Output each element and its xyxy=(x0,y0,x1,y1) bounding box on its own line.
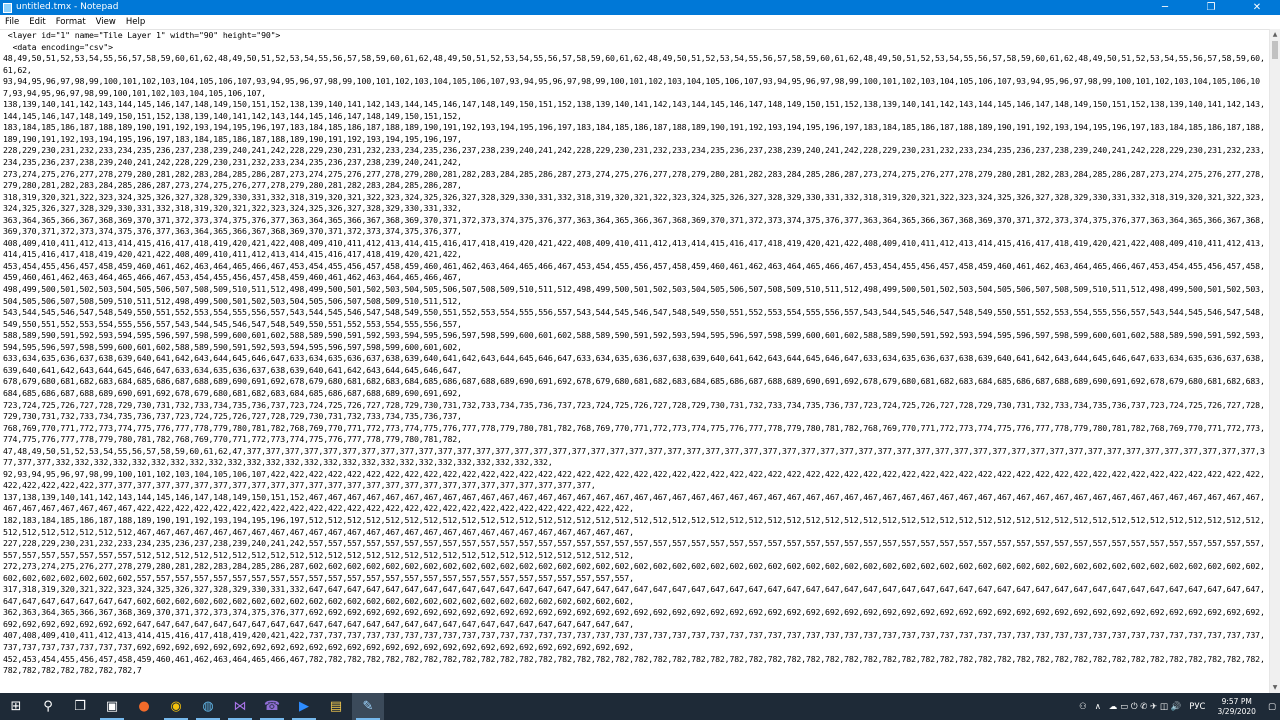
people-icon[interactable]: ⚇ xyxy=(1075,702,1091,712)
scrollbar-thumb[interactable] xyxy=(1272,41,1278,59)
chrome-icon[interactable]: ◉ xyxy=(160,693,192,720)
taskbar: ⊞ ⚲ ❐ ▣ ● ◉ ◍ ⋈ ☎ ▶ ▤ ✎ ⚇ ∧ ☁ ▭ ⏻ ✆ ✈ ◫ … xyxy=(0,693,1280,720)
chevron-up-icon[interactable]: ∧ xyxy=(1091,702,1105,712)
notepad-taskbar-icon[interactable]: ✎ xyxy=(352,693,384,720)
menu-view[interactable]: View xyxy=(91,15,121,29)
zoom-icon[interactable]: ▶ xyxy=(288,693,320,720)
menu-file[interactable]: File xyxy=(0,15,24,29)
title-bar[interactable]: untitled.tmx - Notepad ─ ❐ ✕ xyxy=(0,0,1280,15)
close-button[interactable]: ✕ xyxy=(1234,0,1280,15)
taskbar-app-3-icon[interactable]: ◍ xyxy=(192,693,224,720)
system-tray: ⚇ ∧ ☁ ▭ ⏻ ✆ ✈ ◫ 🔊 РУС 9:57 PM 3/29/2020 … xyxy=(1075,693,1280,720)
notepad-icon xyxy=(3,2,12,13)
clock-date: 3/29/2020 xyxy=(1217,706,1256,716)
notifications-icon[interactable]: ▢ xyxy=(1264,702,1280,712)
tray-icons[interactable]: ☁ ▭ ⏻ ✆ ✈ ◫ 🔊 xyxy=(1105,702,1185,712)
language-indicator[interactable]: РУС xyxy=(1185,702,1209,712)
window-title: untitled.tmx - Notepad xyxy=(16,2,119,12)
task-view-icon[interactable]: ❐ xyxy=(64,693,96,720)
search-icon[interactable]: ⚲ xyxy=(32,693,64,720)
vertical-scrollbar[interactable]: ▲ ▼ xyxy=(1269,29,1280,693)
minimize-button[interactable]: ─ xyxy=(1142,0,1188,15)
taskbar-app-2-icon[interactable]: ● xyxy=(128,693,160,720)
menu-edit[interactable]: Edit xyxy=(24,15,50,29)
text-editor[interactable]: <layer id="1" name="Tile Layer 1" width=… xyxy=(0,29,1269,694)
clock[interactable]: 9:57 PM 3/29/2020 xyxy=(1210,697,1264,717)
taskbar-app-1-icon[interactable]: ▣ xyxy=(96,693,128,720)
menu-bar: File Edit Format View Help xyxy=(0,15,1280,29)
start-button[interactable]: ⊞ xyxy=(0,693,32,720)
file-explorer-icon[interactable]: ▤ xyxy=(320,693,352,720)
clock-time: 9:57 PM xyxy=(1221,696,1252,706)
editor-content[interactable]: <layer id="1" name="Tile Layer 1" width=… xyxy=(0,30,1269,677)
visual-studio-icon[interactable]: ⋈ xyxy=(224,693,256,720)
window-controls: ─ ❐ ✕ xyxy=(1142,0,1280,15)
maximize-button[interactable]: ❐ xyxy=(1188,0,1234,15)
scroll-down-icon[interactable]: ▼ xyxy=(1270,682,1280,693)
menu-help[interactable]: Help xyxy=(121,15,150,29)
menu-format[interactable]: Format xyxy=(51,15,91,29)
scroll-up-icon[interactable]: ▲ xyxy=(1270,29,1280,40)
viber-icon[interactable]: ☎ xyxy=(256,693,288,720)
